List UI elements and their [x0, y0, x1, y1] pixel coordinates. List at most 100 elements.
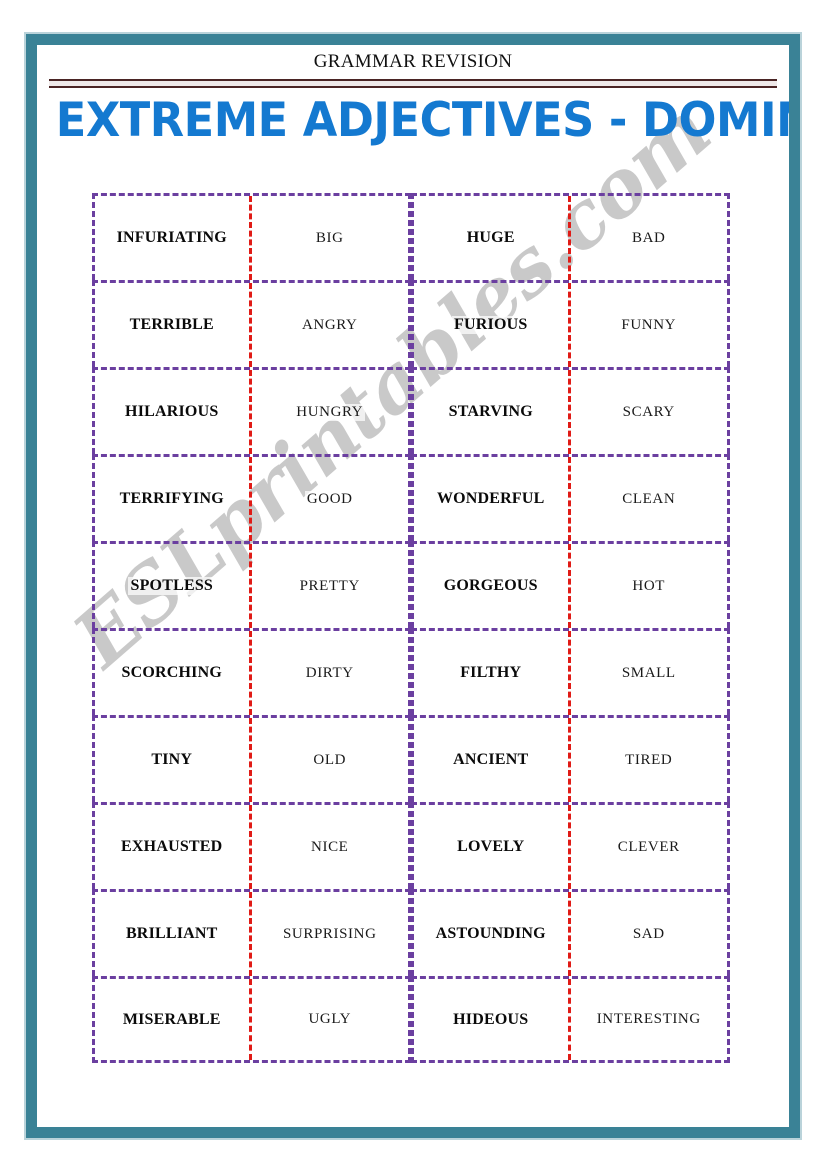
domino-half-normal: NICE: [252, 805, 409, 889]
domino-half-extreme: GORGEOUS: [414, 544, 571, 628]
domino-tile[interactable]: BRILLIANT SURPRISING: [92, 889, 411, 976]
domino-row: SPOTLESS PRETTY GORGEOUS HOT: [92, 541, 730, 628]
normal-adjective-label: FUNNY: [619, 316, 679, 334]
domino-half-extreme: FILTHY: [414, 631, 571, 715]
domino-half-normal: SAD: [571, 892, 728, 976]
header-divider-rule: [49, 79, 777, 88]
domino-half-normal: GOOD: [252, 457, 409, 541]
domino-row: BRILLIANT SURPRISING ASTOUNDING SAD: [92, 889, 730, 976]
domino-half-normal: UGLY: [252, 979, 409, 1060]
domino-tile[interactable]: STARVING SCARY: [411, 367, 730, 454]
domino-tile[interactable]: SCORCHING DIRTY: [92, 628, 411, 715]
domino-tile[interactable]: FILTHY SMALL: [411, 628, 730, 715]
domino-tile[interactable]: SPOTLESS PRETTY: [92, 541, 411, 628]
normal-adjective-label: CLEVER: [615, 838, 682, 856]
domino-tile[interactable]: GORGEOUS HOT: [411, 541, 730, 628]
domino-tile[interactable]: HIDEOUS INTERESTING: [411, 976, 730, 1063]
normal-adjective-label: SAD: [630, 925, 667, 943]
domino-tile[interactable]: HUGE BAD: [411, 193, 730, 280]
extreme-adjective-label: MISERABLE: [120, 1010, 223, 1029]
domino-tile[interactable]: MISERABLE UGLY: [92, 976, 411, 1063]
extreme-adjective-label: GORGEOUS: [441, 577, 540, 595]
page-subtitle: GRAMMAR REVISION: [313, 51, 513, 72]
extreme-adjective-label: TERRIBLE: [127, 316, 216, 334]
domino-half-normal: SMALL: [571, 631, 728, 715]
domino-half-normal: PRETTY: [252, 544, 409, 628]
domino-row: MISERABLE UGLY HIDEOUS INTERESTING: [92, 976, 730, 1063]
domino-row: TERRIBLE ANGRY FURIOUS FUNNY: [92, 280, 730, 367]
domino-tile[interactable]: TERRIBLE ANGRY: [92, 280, 411, 367]
domino-half-extreme: FURIOUS: [414, 283, 571, 367]
normal-adjective-label: NICE: [309, 838, 351, 856]
extreme-adjective-label: TERRIFYING: [117, 490, 226, 508]
domino-half-normal: SURPRISING: [252, 892, 409, 976]
normal-adjective-label: BIG: [313, 229, 346, 247]
extreme-adjective-label: WONDERFUL: [434, 490, 547, 508]
domino-half-normal: ANGRY: [252, 283, 409, 367]
normal-adjective-label: UGLY: [306, 1011, 354, 1028]
domino-tile[interactable]: FURIOUS FUNNY: [411, 280, 730, 367]
extreme-adjective-label: EXHAUSTED: [119, 838, 225, 856]
normal-adjective-label: SCARY: [620, 403, 677, 421]
domino-half-extreme: HIDEOUS: [414, 979, 571, 1060]
domino-tile[interactable]: TINY OLD: [92, 715, 411, 802]
domino-row: SCORCHING DIRTY FILTHY SMALL: [92, 628, 730, 715]
normal-adjective-label: SURPRISING: [280, 925, 379, 943]
domino-tile[interactable]: ANCIENT TIRED: [411, 715, 730, 802]
domino-row: TERRIFYING GOOD WONDERFUL CLEAN: [92, 454, 730, 541]
extreme-adjective-label: ANCIENT: [451, 751, 531, 769]
domino-tile[interactable]: HILARIOUS HUNGRY: [92, 367, 411, 454]
domino-half-extreme: EXHAUSTED: [95, 805, 252, 889]
domino-row: TINY OLD ANCIENT TIRED: [92, 715, 730, 802]
domino-half-normal: DIRTY: [252, 631, 409, 715]
domino-half-normal: HOT: [571, 544, 728, 628]
normal-adjective-label: TIRED: [623, 751, 675, 769]
normal-adjective-label: INTERESTING: [594, 1011, 703, 1028]
extreme-adjective-label: HUGE: [464, 229, 517, 247]
normal-adjective-label: SMALL: [619, 664, 678, 682]
extreme-adjective-label: LOVELY: [455, 838, 527, 856]
domino-half-extreme: LOVELY: [414, 805, 571, 889]
normal-adjective-label: GOOD: [304, 490, 355, 508]
domino-half-extreme: INFURIATING: [95, 196, 252, 280]
domino-half-extreme: BRILLIANT: [95, 892, 252, 976]
domino-half-extreme: MISERABLE: [95, 979, 252, 1060]
normal-adjective-label: OLD: [311, 751, 349, 769]
domino-half-normal: CLEAN: [571, 457, 728, 541]
extreme-adjective-label: HIDEOUS: [451, 1010, 531, 1029]
domino-half-normal: TIRED: [571, 718, 728, 802]
domino-half-extreme: ANCIENT: [414, 718, 571, 802]
domino-half-extreme: ASTOUNDING: [414, 892, 571, 976]
domino-half-normal: OLD: [252, 718, 409, 802]
domino-row: HILARIOUS HUNGRY STARVING SCARY: [92, 367, 730, 454]
domino-half-extreme: SCORCHING: [95, 631, 252, 715]
domino-tile[interactable]: TERRIFYING GOOD: [92, 454, 411, 541]
domino-half-extreme: SPOTLESS: [95, 544, 252, 628]
domino-tile[interactable]: WONDERFUL CLEAN: [411, 454, 730, 541]
extreme-adjective-label: STARVING: [446, 403, 535, 421]
normal-adjective-label: CLEAN: [620, 490, 678, 508]
domino-half-extreme: STARVING: [414, 370, 571, 454]
extreme-adjective-label: HILARIOUS: [123, 403, 221, 421]
normal-adjective-label: BAD: [630, 229, 668, 247]
domino-tile[interactable]: ASTOUNDING SAD: [411, 889, 730, 976]
page-title: EXTREME ADJECTIVES - DOMINO: [55, 93, 789, 148]
domino-tile[interactable]: LOVELY CLEVER: [411, 802, 730, 889]
domino-half-normal: SCARY: [571, 370, 728, 454]
domino-row: INFURIATING BIG HUGE BAD: [92, 193, 730, 280]
domino-half-extreme: TERRIFYING: [95, 457, 252, 541]
domino-half-normal: BIG: [252, 196, 409, 280]
domino-half-normal: HUNGRY: [252, 370, 409, 454]
extreme-adjective-label: SCORCHING: [119, 664, 224, 682]
extreme-adjective-label: FILTHY: [458, 664, 524, 682]
normal-adjective-label: HOT: [630, 577, 668, 595]
domino-grid: INFURIATING BIG HUGE BAD TERRIBLE ANGRY FURIOU…: [92, 193, 730, 1063]
domino-tile[interactable]: INFURIATING BIG: [92, 193, 411, 280]
domino-half-extreme: HUGE: [414, 196, 571, 280]
worksheet-header: GRAMMAR REVISION EXTREME ADJECTIVES - DO…: [37, 45, 789, 145]
domino-tile[interactable]: EXHAUSTED NICE: [92, 802, 411, 889]
domino-half-normal: BAD: [571, 196, 728, 280]
domino-half-extreme: WONDERFUL: [414, 457, 571, 541]
extreme-adjective-label: INFURIATING: [114, 229, 229, 247]
domino-half-normal: CLEVER: [571, 805, 728, 889]
